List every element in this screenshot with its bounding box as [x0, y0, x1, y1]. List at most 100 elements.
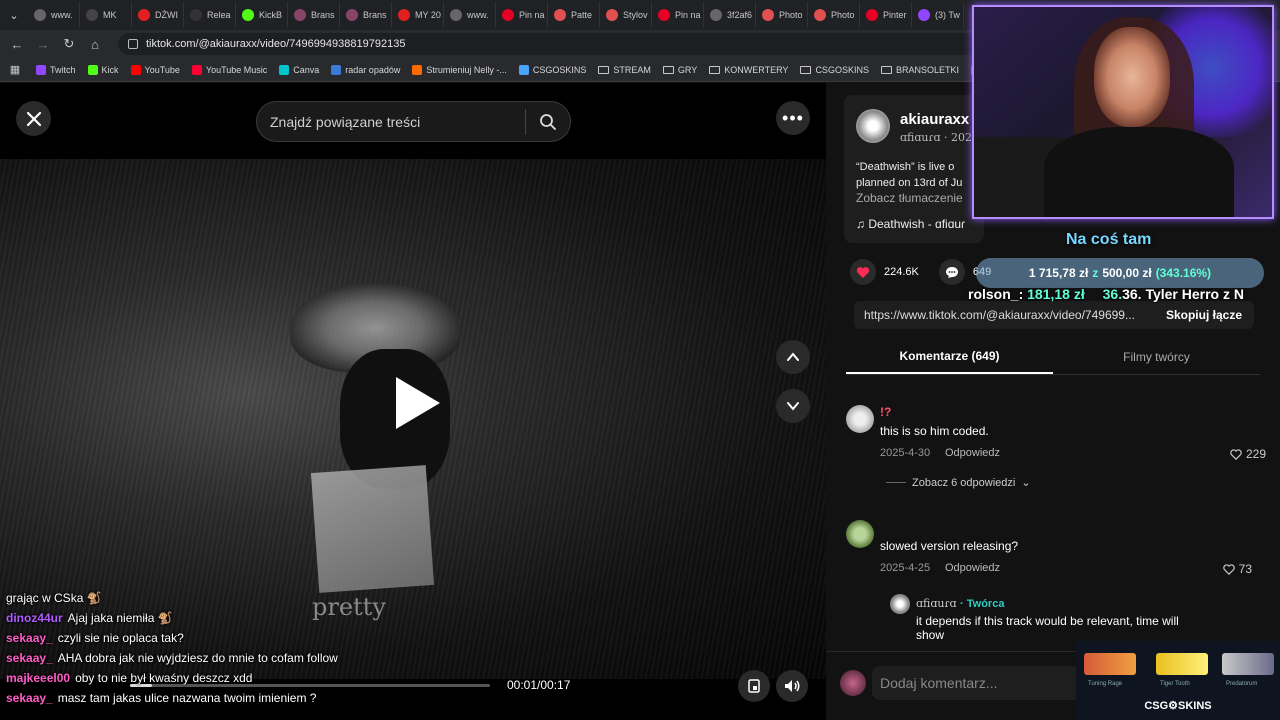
related-search[interactable]: Znajdź powiązane treści — [256, 101, 571, 142]
heart-icon — [856, 266, 870, 278]
creator-name[interactable]: akiauraxx — [900, 111, 969, 128]
like-button[interactable] — [850, 259, 876, 285]
folder-icon — [880, 65, 892, 74]
chat-text: grając w CSka 🐒 — [6, 591, 102, 605]
avatar[interactable] — [846, 520, 874, 548]
bookmark-item[interactable]: YouTube Music — [191, 64, 267, 75]
browser-tab[interactable]: MY 20 — [392, 2, 444, 28]
browser-tab[interactable]: Pin na — [496, 2, 548, 28]
bookmark-folder[interactable]: CSGOSKINS — [800, 65, 869, 75]
music-icon: ♫ — [856, 217, 869, 231]
search-button[interactable] — [526, 113, 570, 131]
browser-tab[interactable]: 3f2af6 — [704, 2, 756, 28]
tab-comments[interactable]: Komentarze (649) — [846, 339, 1053, 374]
chat-username: majkeeel00 — [6, 671, 71, 685]
browser-tab[interactable]: Pinter — [860, 2, 912, 28]
translate-link[interactable]: Zobacz tłumaczenie — [856, 191, 963, 205]
tab-favicon-icon — [346, 9, 358, 21]
next-video-button[interactable] — [776, 389, 810, 423]
previous-video-button[interactable] — [776, 340, 810, 374]
search-input[interactable]: Znajdź powiązane treści — [270, 114, 525, 130]
avatar[interactable] — [890, 594, 910, 614]
play-icon[interactable] — [396, 377, 440, 429]
reload-button[interactable]: ↻ — [60, 35, 78, 53]
comment-button[interactable] — [938, 259, 965, 285]
tab-label: (3) Tw — [935, 10, 960, 20]
weapon-skin — [1222, 653, 1274, 675]
creator-subtitle: ɑfiɑuɾɑ · 202 — [900, 131, 973, 144]
chat-message: dinoz44ur Ajaj jaka niemiła 🐒 — [0, 608, 430, 628]
chat-message: sekaay_ AHA dobra jak nie wyjdziesz do mn… — [0, 648, 430, 668]
home-button[interactable]: ⌂ — [86, 35, 104, 53]
browser-tab[interactable]: Pin na — [652, 2, 704, 28]
bookmark-item[interactable]: radar opadów — [331, 64, 400, 75]
tab-label: www. — [467, 10, 489, 20]
view-replies-button[interactable]: Zobacz 6 odpowiedzi ⌄ — [886, 476, 1031, 489]
tab-label: Relea — [207, 10, 231, 20]
comment-like-button[interactable]: 73 — [1222, 562, 1252, 576]
bookmark-item[interactable]: CSGOSKINS — [518, 64, 587, 75]
bookmark-item[interactable]: Strumieniuj Nelly -... — [412, 64, 507, 75]
comment-input[interactable]: Dodaj komentarz... — [872, 666, 1092, 700]
more-icon: ••• — [782, 107, 804, 128]
volume-button[interactable] — [776, 670, 808, 702]
browser-tab[interactable]: MK — [80, 2, 132, 28]
address-bar[interactable]: tiktok.com/@akiauraxx/video/749699493881… — [118, 33, 998, 55]
avatar[interactable] — [846, 405, 874, 433]
apps-grid-icon[interactable]: ▦ — [6, 61, 24, 79]
browser-tab[interactable]: Relea — [184, 2, 236, 28]
tab-creator-videos[interactable]: Filmy twórcy — [1053, 339, 1260, 374]
csgoskins-logo: CSG⚙SKINS — [1144, 700, 1212, 712]
more-options-button[interactable]: ••• — [776, 101, 810, 135]
weapon-skin — [1084, 653, 1136, 675]
forward-button[interactable]: → — [34, 35, 52, 53]
folder-icon — [598, 65, 610, 74]
bookmark-label: CSGOSKINS — [815, 64, 869, 75]
reply-link[interactable]: Odpowiedz — [945, 562, 1000, 574]
chat-username: sekaay_ — [6, 631, 53, 645]
browser-tab[interactable]: (3) Tw — [912, 2, 964, 28]
back-button[interactable]: ← — [8, 35, 26, 53]
browser-tab[interactable]: KickB — [236, 2, 288, 28]
comment-icon — [945, 266, 958, 278]
csgoskins-banner: Tuning Rage Tiger Tooth Predatorum CSG⚙S… — [1076, 641, 1280, 720]
browser-tab[interactable]: Photo — [756, 2, 808, 28]
browser-tab[interactable]: Brans — [340, 2, 392, 28]
bookmark-folder[interactable]: KONWERTERY — [709, 65, 788, 75]
music-link[interactable]: ♫ Deathwish - ɑfiɑuɾ — [856, 217, 965, 231]
bookmark-item[interactable]: Kick — [87, 64, 119, 75]
tab-label: KickB — [259, 10, 283, 20]
weapon-label: Predatorum — [1226, 681, 1258, 687]
tab-favicon-icon — [918, 9, 930, 21]
comment-author[interactable]: !? — [880, 405, 891, 419]
bookmark-item[interactable]: Canva — [279, 64, 319, 75]
creator-avatar[interactable] — [856, 109, 890, 143]
comment-like-button[interactable]: 229 — [1230, 447, 1266, 461]
browser-tab[interactable]: Stylov — [600, 2, 652, 28]
bookmark-folder[interactable]: GRY — [662, 65, 697, 75]
share-link[interactable]: https://www.tiktok.com/@akiauraxx/video/… — [854, 308, 1154, 322]
bookmark-folder[interactable]: STREAM — [598, 65, 651, 75]
reply-author[interactable]: ɑfiɑuɾɑ · Twórca — [916, 597, 1004, 610]
bookmark-item[interactable]: Twitch — [36, 64, 76, 75]
browser-tab[interactable]: Photo — [808, 2, 860, 28]
bookmark-label: Kick — [101, 64, 119, 75]
bookmark-folder[interactable]: BRANSOLETKI — [880, 65, 959, 75]
bookmark-label: CSGOSKINS — [532, 64, 587, 75]
browser-tab[interactable]: www. — [28, 2, 80, 28]
browser-tab[interactable]: Brans — [288, 2, 340, 28]
comment-text: slowed version releasing? — [880, 539, 1019, 553]
browser-tab[interactable]: www. — [444, 2, 496, 28]
pip-button[interactable] — [738, 670, 770, 702]
reply-link[interactable]: Odpowiedz — [945, 447, 1000, 459]
tab-search-dropdown[interactable]: ⌄ — [4, 5, 24, 25]
chat-text: masz tam jakas ulice nazwana twoim imien… — [57, 691, 317, 705]
tab-favicon-icon — [866, 9, 878, 21]
close-button[interactable] — [16, 101, 51, 136]
site-info-icon[interactable] — [128, 39, 138, 49]
tab-favicon-icon — [502, 9, 514, 21]
copy-link-button[interactable]: Skopiuj łącze — [1154, 308, 1254, 322]
browser-tab[interactable]: Patte — [548, 2, 600, 28]
bookmark-item[interactable]: YouTube — [130, 64, 180, 75]
browser-tab[interactable]: DŹWI — [132, 2, 184, 28]
